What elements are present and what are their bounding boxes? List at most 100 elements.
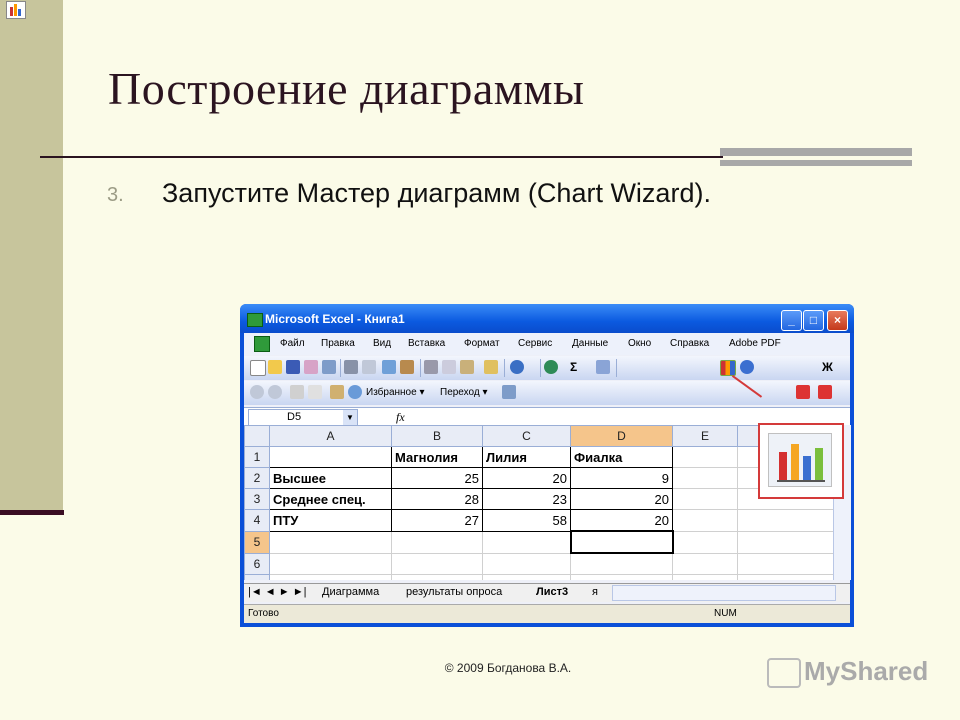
cell[interactable]: Магнолия — [391, 446, 483, 468]
help-icon[interactable] — [740, 360, 754, 374]
bold-button[interactable]: Ж — [822, 360, 833, 374]
autosum-icon[interactable]: Σ — [570, 360, 577, 374]
hyperlink-icon[interactable] — [544, 360, 558, 374]
open-icon[interactable] — [268, 360, 282, 374]
minimize-button[interactable]: _ — [781, 310, 802, 331]
row-header[interactable]: 2 — [244, 467, 270, 489]
chevron-down-icon[interactable]: ▼ — [343, 410, 357, 425]
cell[interactable] — [672, 530, 738, 554]
tab-survey-results[interactable]: результаты опроса — [406, 586, 502, 598]
cell[interactable] — [269, 552, 392, 575]
cell[interactable] — [482, 530, 571, 554]
menu-window[interactable]: Окно — [628, 338, 651, 349]
cell[interactable]: 20 — [570, 509, 673, 532]
forward-icon[interactable] — [268, 385, 282, 399]
tab-list3[interactable]: Лист3 — [536, 586, 568, 598]
cell[interactable]: 23 — [482, 488, 571, 510]
cell[interactable]: 9 — [570, 467, 673, 489]
row-header[interactable]: 3 — [244, 488, 270, 510]
pdf-email-icon[interactable] — [818, 385, 832, 399]
cut-icon[interactable] — [424, 360, 438, 374]
undo-icon[interactable] — [510, 360, 524, 374]
cell[interactable] — [570, 574, 673, 580]
sort-icon[interactable] — [596, 360, 610, 374]
print-icon[interactable] — [344, 360, 358, 374]
cell[interactable] — [737, 509, 838, 532]
row-header[interactable]: 7 — [244, 574, 270, 580]
menu-adobe-pdf[interactable]: Adobe PDF — [729, 338, 781, 349]
new-icon[interactable] — [250, 360, 266, 376]
cell[interactable] — [737, 552, 838, 575]
menu-format[interactable]: Формат — [464, 338, 500, 349]
cell[interactable] — [672, 574, 738, 580]
favorites-menu[interactable]: Избранное ▾ — [366, 387, 424, 398]
horizontal-scrollbar[interactable] — [612, 585, 836, 601]
menu-view[interactable]: Вид — [373, 338, 391, 349]
cell[interactable] — [570, 552, 673, 575]
tab-partial[interactable]: я — [592, 586, 598, 598]
maximize-button[interactable]: □ — [803, 310, 824, 331]
tab-diagramma[interactable]: Диаграмма — [322, 586, 379, 598]
menu-data[interactable]: Данные — [572, 338, 608, 349]
chart-wizard-icon[interactable] — [720, 360, 736, 376]
row-header[interactable]: 4 — [244, 509, 270, 532]
cell[interactable] — [672, 467, 738, 489]
fx-icon[interactable]: fx — [396, 410, 405, 425]
row-header-selected[interactable]: 5 — [244, 530, 270, 554]
cell[interactable] — [391, 552, 483, 575]
cell[interactable]: Лилия — [482, 446, 571, 468]
show-web-toolbar-icon[interactable] — [502, 385, 516, 399]
cell[interactable] — [391, 574, 483, 580]
paste-icon[interactable] — [460, 360, 474, 374]
tab-nav-arrows[interactable]: |◄ ◄ ► ►| — [248, 586, 306, 598]
pdf-convert-icon[interactable] — [796, 385, 810, 399]
menu-help[interactable]: Справка — [670, 338, 709, 349]
home-icon[interactable] — [330, 385, 344, 399]
copy-icon[interactable] — [442, 360, 456, 374]
research-icon[interactable] — [400, 360, 414, 374]
spelling-icon[interactable] — [382, 360, 396, 374]
save-icon[interactable] — [286, 360, 300, 374]
permission-icon[interactable] — [304, 360, 318, 374]
menu-insert[interactable]: Вставка — [408, 338, 445, 349]
back-icon[interactable] — [250, 385, 264, 399]
column-header[interactable]: C — [482, 425, 571, 447]
refresh-icon[interactable] — [308, 385, 322, 399]
column-header-selected[interactable]: D — [570, 425, 673, 447]
cell[interactable]: Высшее — [269, 467, 392, 489]
cell[interactable]: Среднее спец. — [269, 488, 392, 510]
cell[interactable]: Фиалка — [570, 446, 673, 468]
goto-menu[interactable]: Переход ▾ — [440, 387, 488, 398]
column-header[interactable]: A — [269, 425, 392, 447]
format-painter-icon[interactable] — [484, 360, 498, 374]
column-header[interactable]: B — [391, 425, 483, 447]
row-header[interactable]: 6 — [244, 552, 270, 575]
menu-edit[interactable]: Правка — [321, 338, 355, 349]
cell[interactable] — [482, 552, 571, 575]
cell[interactable]: 58 — [482, 509, 571, 532]
menu-file[interactable]: Файл — [280, 338, 305, 349]
cell[interactable]: 20 — [482, 467, 571, 489]
row-header[interactable]: 1 — [244, 446, 270, 468]
excel-doc-icon[interactable] — [254, 336, 270, 352]
preview-icon[interactable] — [362, 360, 376, 374]
cell[interactable]: 28 — [391, 488, 483, 510]
name-box[interactable]: D5 ▼ — [248, 409, 358, 426]
cell[interactable] — [672, 509, 738, 532]
cell[interactable] — [737, 530, 838, 554]
cell[interactable] — [672, 488, 738, 510]
cell[interactable] — [672, 552, 738, 575]
active-cell[interactable] — [569, 530, 674, 554]
search-icon[interactable] — [348, 385, 362, 399]
select-all-corner[interactable] — [244, 425, 270, 447]
cell[interactable]: 25 — [391, 467, 483, 489]
stop-icon[interactable] — [290, 385, 304, 399]
cell[interactable] — [269, 446, 392, 468]
close-button[interactable]: × — [827, 310, 848, 331]
cell[interactable]: 27 — [391, 509, 483, 532]
cell[interactable] — [269, 530, 392, 554]
cell[interactable]: 20 — [570, 488, 673, 510]
cell[interactable] — [737, 574, 838, 580]
cell[interactable] — [482, 574, 571, 580]
column-header[interactable]: E — [672, 425, 738, 447]
